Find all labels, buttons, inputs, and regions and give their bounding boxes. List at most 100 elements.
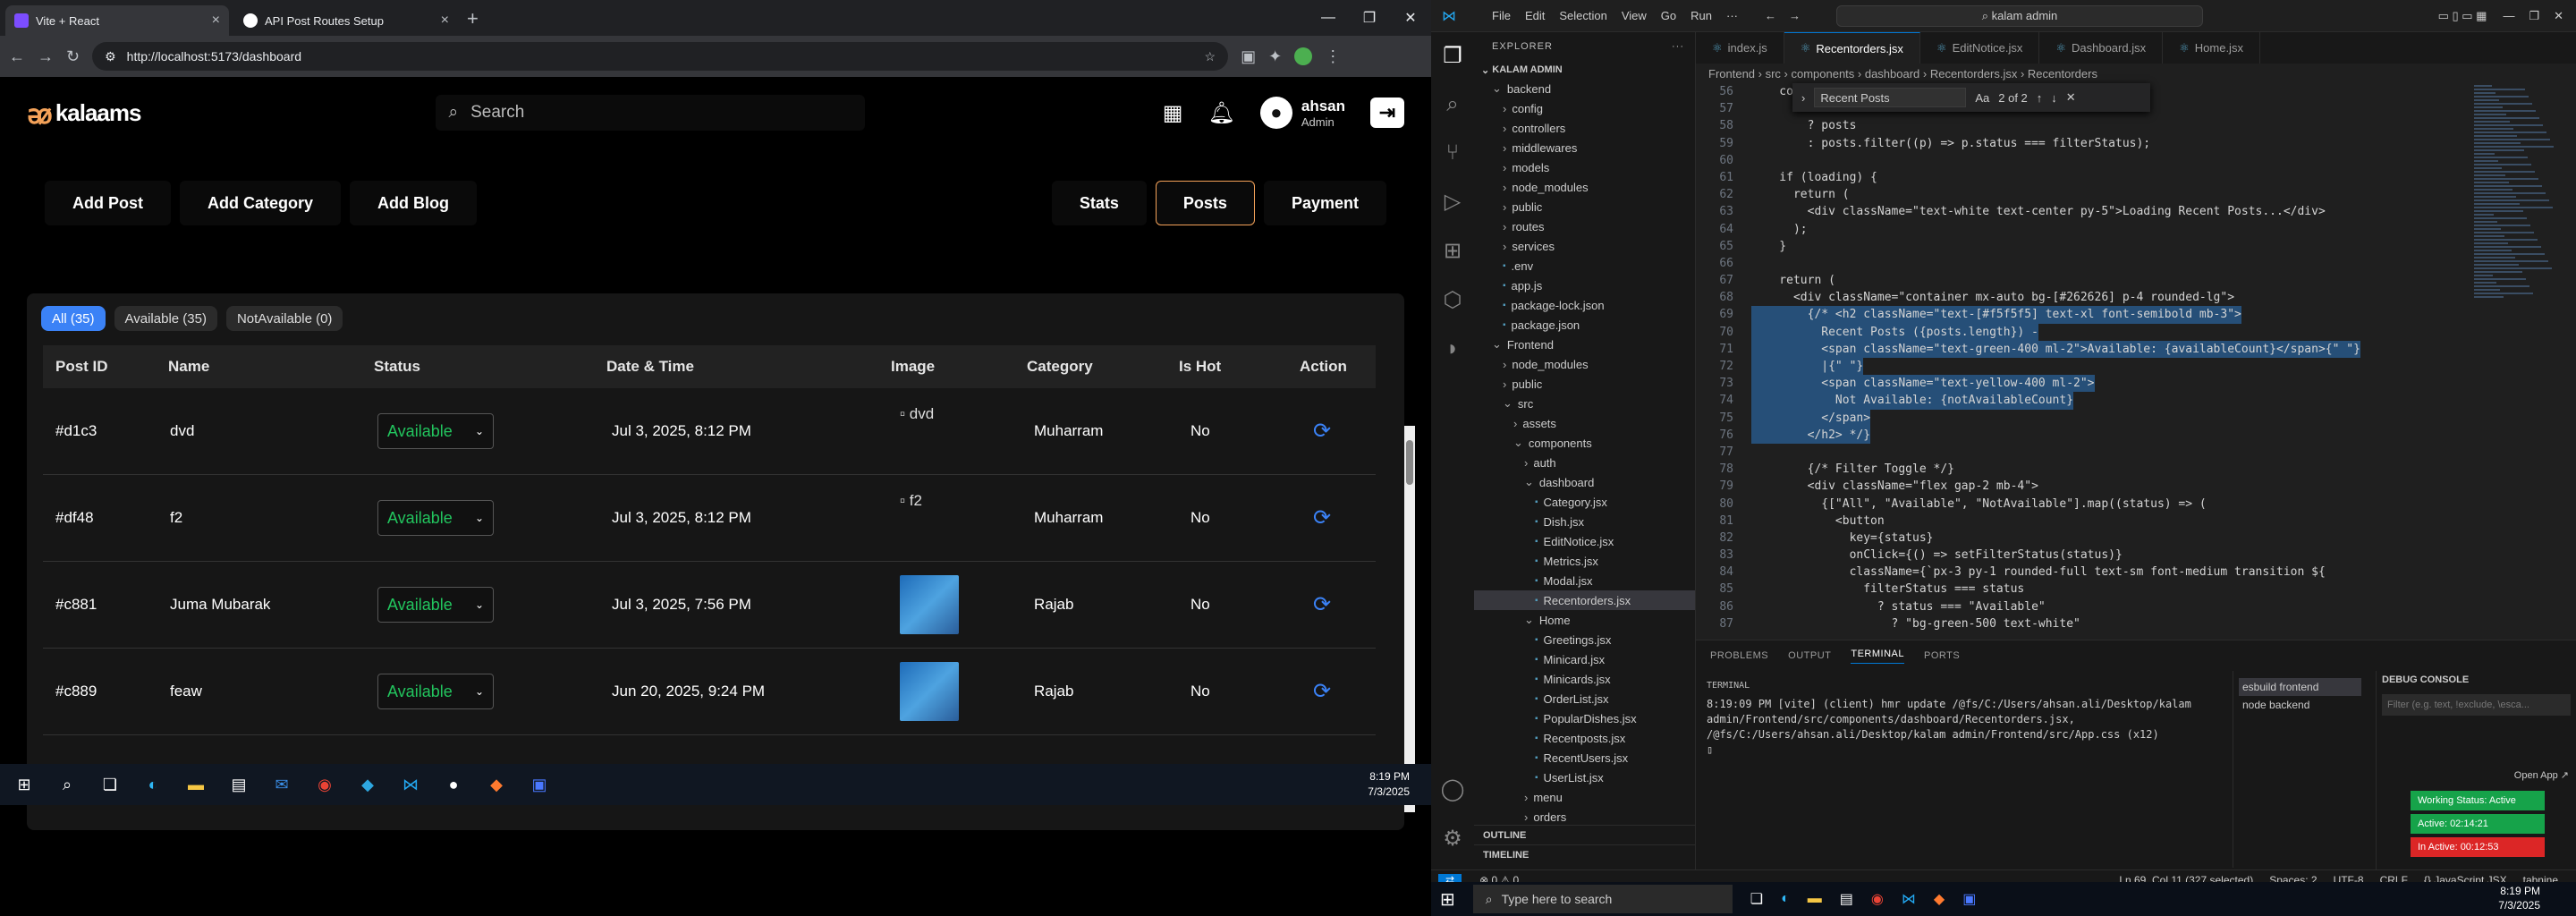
windows-start-icon[interactable]: ⊞ [13,773,36,796]
root-chevron-icon[interactable]: ⌄ [1481,64,1492,76]
browser-tab-active[interactable]: Vite + React × [5,5,229,36]
refresh-icon[interactable]: ⟳ [1313,419,1331,445]
folder-item[interactable]: middlewares [1474,138,1695,157]
next-match-icon[interactable]: ↓ [2051,91,2057,105]
breadcrumb[interactable]: Frontend › src › components › dashboard … [1696,64,2576,83]
panel-tab[interactable]: PORTS [1924,650,1960,661]
editor-tab[interactable]: ⚛ Home.jsx [2163,32,2260,64]
filter-all-button[interactable]: All (35) [41,306,106,331]
extension-icon[interactable]: ▣ [1241,47,1256,66]
menu-item[interactable]: Selection [1559,9,1606,22]
back-icon[interactable]: ← [9,47,25,66]
refresh-icon[interactable]: ⟳ [1313,505,1331,531]
file-item[interactable]: .env [1474,256,1695,276]
system-clock[interactable]: 8:19 PM 7/3/2025 [2498,884,2540,912]
add-category-button[interactable]: Add Category [180,181,342,225]
terminal-item-node[interactable]: node backend [2239,696,2361,714]
file-item[interactable]: UserList.jsx [1474,768,1695,787]
folder-item[interactable]: Frontend [1474,335,1695,354]
folder-item[interactable]: public [1474,197,1695,216]
search-icon[interactable]: ⌕ [55,773,79,796]
source-control-icon[interactable]: ⑂ [1446,140,1459,165]
outline-section[interactable]: OUTLINE [1474,825,1695,844]
maximize-icon[interactable]: ❐ [2529,9,2539,23]
folder-item[interactable]: backend [1474,79,1695,98]
reload-icon[interactable]: ↻ [66,47,80,66]
bookmark-star-icon[interactable]: ☆ [1205,49,1216,64]
close-icon[interactable]: ✕ [2066,90,2076,105]
terminal[interactable]: TERMINAL 8:19:09 PM [vite] (client) hmr … [1696,671,2233,870]
file-item[interactable]: Metrics.jsx [1474,551,1695,571]
minimize-icon[interactable]: — [1308,0,1349,36]
terminal-item-esbuild[interactable]: esbuild frontend [2239,678,2361,696]
folder-item[interactable]: public [1474,374,1695,394]
settings-gear-icon[interactable]: ⚙ [1443,826,1462,852]
logout-icon[interactable]: ⇥ [1370,98,1404,128]
store-icon[interactable]: ▤ [227,773,250,796]
search-box[interactable]: ⌕ Search [436,95,866,131]
grid-icon[interactable]: ▦ [1163,100,1183,126]
close-tab-icon[interactable]: × [441,13,449,29]
filter-available-button[interactable]: Available (35) [114,306,217,331]
menu-item[interactable]: View [1622,9,1647,22]
bell-icon[interactable]: 🔔︎ [1208,100,1234,126]
refresh-icon[interactable]: ⟳ [1313,592,1331,618]
folder-item[interactable]: src [1474,394,1695,413]
chrome-menu-icon[interactable]: ⋮ [1325,47,1341,66]
search-input[interactable]: Search [470,103,524,123]
nav-back-icon[interactable]: ← [1765,9,1776,22]
folder-item[interactable]: models [1474,157,1695,177]
remote-icon[interactable]: ⬡ [1444,287,1462,313]
file-item[interactable]: EditNotice.jsx [1474,531,1695,551]
file-explorer-icon[interactable]: ▬ [1808,891,1822,907]
open-app-link[interactable]: Open App ↗ [2514,769,2569,781]
task-view-icon[interactable]: ❏ [1750,890,1763,908]
taskbar-search[interactable]: ⌕ Type here to search [1472,885,1733,913]
code-editor[interactable]: 56 const filteredPosts =57 filterStatus … [1696,83,2465,638]
site-logo[interactable]: ꭁ kalaams [27,95,141,131]
folder-item[interactable]: Home [1474,610,1695,630]
windows-start-icon[interactable]: ⊞ [1440,888,1455,911]
new-tab-icon[interactable]: + [467,7,479,30]
account-icon[interactable]: ◯ [1441,776,1465,802]
status-select[interactable]: Available ⌄ [377,500,494,536]
vscode-icon[interactable]: ⋈ [399,773,422,796]
extensions-puzzle-icon[interactable]: ✦ [1268,47,1282,66]
payment-tab[interactable]: Payment [1263,181,1386,225]
stats-tab[interactable]: Stats [1051,181,1147,225]
file-item[interactable]: Minicard.jsx [1474,649,1695,669]
panel-tab[interactable]: PROBLEMS [1710,650,1768,661]
file-item[interactable]: package-lock.json [1474,295,1695,315]
address-bar[interactable]: ⚙ http://localhost:5173/dashboard ☆ [92,42,1229,71]
editor-tab[interactable]: ⚛ Recentorders.jsx [1784,32,1920,64]
status-select[interactable]: Available ⌄ [377,674,494,709]
folder-item[interactable]: routes [1474,216,1695,236]
add-post-button[interactable]: Add Post [45,181,171,225]
menu-item[interactable]: File [1492,9,1511,22]
file-item[interactable]: app.js [1474,276,1695,295]
mail-icon[interactable]: ✉ [270,773,293,796]
command-center[interactable]: ⌕ kalam admin [1836,4,2203,27]
editor-tab[interactable]: ⚛ EditNotice.jsx [1920,32,2040,64]
app-icon[interactable]: ◆ [1934,890,1945,908]
posts-tab[interactable]: Posts [1155,181,1255,225]
app-icon[interactable]: ● [442,773,465,796]
zoom-icon[interactable]: ▣ [528,773,551,796]
file-item[interactable]: PopularDishes.jsx [1474,708,1695,728]
file-item[interactable]: OrderList.jsx [1474,689,1695,708]
debug-filter-input[interactable]: Filter (e.g. text, !exclude, \esca... [2382,694,2571,716]
folder-item[interactable]: node_modules [1474,177,1695,197]
layout-icon[interactable]: ▭ ▯ ▭ ▦ [2438,9,2487,23]
close-window-icon[interactable]: ✕ [1390,0,1431,36]
refresh-icon[interactable]: ⟳ [1313,679,1331,705]
table-scrollbar[interactable] [1404,426,1415,812]
close-tab-icon[interactable]: × [212,13,220,29]
folder-item[interactable]: menu [1474,787,1695,807]
file-item[interactable]: Category.jsx [1474,492,1695,512]
store-icon[interactable]: ▤ [1840,890,1853,908]
tabnine-icon[interactable]: ◗ [1446,336,1460,361]
panel-tab[interactable]: OUTPUT [1788,650,1831,661]
scroll-thumb[interactable] [1406,440,1413,485]
add-blog-button[interactable]: Add Blog [350,181,477,225]
menu-item[interactable]: Edit [1525,9,1545,22]
